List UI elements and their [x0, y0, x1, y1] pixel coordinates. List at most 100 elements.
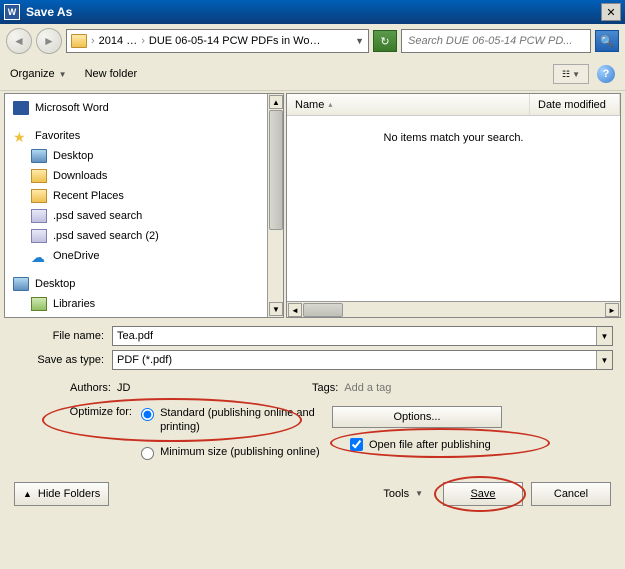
tree-label: Microsoft Word	[35, 102, 109, 114]
filename-label: File name:	[12, 330, 112, 342]
search-box[interactable]	[401, 29, 591, 53]
tags-input[interactable]	[344, 382, 613, 394]
options-area: Optimize for: Standard (publishing onlin…	[0, 402, 625, 474]
address-bar[interactable]: › 2014 … › DUE 06-05-14 PCW PDFs in Wo… …	[66, 29, 369, 53]
desktop-icon	[13, 277, 29, 291]
forward-button[interactable]: ►	[36, 28, 62, 54]
downloads-icon	[31, 169, 47, 183]
breadcrumb-part[interactable]: 2014 …	[99, 35, 138, 47]
tree-item-favorites[interactable]: ★ Favorites	[7, 126, 281, 146]
cloud-icon: ☁	[31, 249, 47, 263]
hide-folders-label: Hide Folders	[38, 488, 100, 500]
word-app-icon: W	[4, 4, 20, 20]
nav-bar: ◄ ► › 2014 … › DUE 06-05-14 PCW PDFs in …	[0, 24, 625, 58]
saved-search-icon	[31, 209, 47, 223]
tree-item-onedrive[interactable]: ☁ OneDrive	[7, 246, 281, 266]
optimize-minimum-radio[interactable]	[141, 447, 154, 460]
sort-asc-icon: ▴	[328, 100, 332, 109]
form-area: File name: ▼ Save as type: ▼ Authors: JD…	[0, 320, 625, 402]
save-button[interactable]: Save	[443, 482, 523, 506]
back-button[interactable]: ◄	[6, 28, 32, 54]
hide-folders-button[interactable]: ▲ Hide Folders	[14, 482, 109, 506]
optimize-standard-radio[interactable]	[141, 408, 154, 421]
column-label: Date modified	[538, 99, 606, 111]
toolbar: Organize ▼ New folder ☷ ▼ ?	[0, 58, 625, 90]
chevron-down-icon: ▼	[572, 70, 580, 79]
tags-label: Tags:	[312, 382, 338, 394]
close-button[interactable]: ✕	[601, 3, 621, 21]
new-folder-label: New folder	[85, 68, 138, 80]
optimize-minimum-label[interactable]: Minimum size (publishing online)	[160, 445, 320, 459]
tree-item-saved-search-2[interactable]: .psd saved search (2)	[7, 226, 281, 246]
tree-label: OneDrive	[53, 250, 99, 262]
recent-icon	[31, 189, 47, 203]
chevron-up-icon: ▲	[23, 489, 32, 499]
authors-value[interactable]: JD	[117, 382, 130, 394]
scroll-thumb[interactable]	[303, 303, 343, 317]
saved-search-icon	[31, 229, 47, 243]
tree-label: .psd saved search (2)	[53, 230, 159, 242]
view-options-button[interactable]: ☷ ▼	[553, 64, 589, 84]
view-icon: ☷	[562, 69, 570, 80]
libraries-icon	[31, 297, 47, 311]
options-button[interactable]: Options...	[332, 406, 502, 428]
savetype-dropdown-arrow[interactable]: ▼	[596, 351, 612, 369]
tree-label: Libraries	[53, 298, 95, 310]
breadcrumb-part[interactable]: DUE 06-05-14 PCW PDFs in Wo…	[149, 35, 321, 47]
tree-label: Recent Places	[53, 190, 124, 202]
tree-item-libraries[interactable]: Libraries	[7, 294, 281, 314]
tree-label: Favorites	[35, 130, 80, 142]
star-icon: ★	[13, 129, 29, 143]
tools-menu[interactable]: Tools ▼	[383, 488, 423, 500]
file-list-body: No items match your search.	[287, 116, 620, 301]
chevron-down-icon: ▼	[59, 70, 67, 79]
authors-label: Authors:	[70, 382, 111, 394]
cancel-button[interactable]: Cancel	[531, 482, 611, 506]
refresh-button[interactable]: ↻	[373, 30, 397, 52]
filename-dropdown-arrow[interactable]: ▼	[596, 327, 612, 345]
scroll-left-arrow[interactable]: ◄	[288, 303, 302, 317]
new-folder-button[interactable]: New folder	[85, 68, 138, 80]
organize-menu[interactable]: Organize ▼	[10, 68, 67, 80]
chevron-down-icon[interactable]: ▼	[355, 36, 364, 46]
column-header-date[interactable]: Date modified	[530, 94, 620, 115]
tree-item-desktop-root[interactable]: Desktop	[7, 274, 281, 294]
word-icon	[13, 101, 29, 115]
chevron-down-icon: ▼	[415, 489, 423, 498]
scroll-thumb[interactable]	[269, 110, 283, 230]
desktop-icon	[31, 149, 47, 163]
tree-scrollbar[interactable]: ▲ ▼	[267, 94, 283, 317]
scroll-right-arrow[interactable]: ►	[605, 303, 619, 317]
titlebar: W Save As ✕	[0, 0, 625, 24]
folder-icon	[71, 34, 87, 48]
scroll-up-arrow[interactable]: ▲	[269, 95, 283, 109]
footer: ▲ Hide Folders Tools ▼ Save Cancel	[0, 474, 625, 514]
folder-tree: Microsoft Word ★ Favorites Desktop Downl…	[4, 93, 284, 318]
tools-label: Tools	[383, 488, 409, 500]
open-after-label[interactable]: Open file after publishing	[369, 439, 491, 451]
tree-label: Desktop	[53, 150, 93, 162]
file-list-hscrollbar[interactable]: ◄ ►	[287, 301, 620, 317]
filename-input[interactable]	[112, 326, 613, 346]
help-button[interactable]: ?	[597, 65, 615, 83]
tree-label: .psd saved search	[53, 210, 142, 222]
file-list-header: Name ▴ Date modified	[287, 94, 620, 116]
open-after-checkbox[interactable]	[350, 438, 363, 451]
tree-item-desktop[interactable]: Desktop	[7, 146, 281, 166]
search-button[interactable]: 🔍	[595, 30, 619, 52]
organize-label: Organize	[10, 68, 55, 80]
file-list: Name ▴ Date modified No items match your…	[286, 93, 621, 318]
search-input[interactable]	[402, 35, 590, 47]
empty-message: No items match your search.	[384, 132, 524, 144]
tree-item-downloads[interactable]: Downloads	[7, 166, 281, 186]
chevron-right-icon: ›	[141, 35, 145, 47]
scroll-down-arrow[interactable]: ▼	[269, 302, 283, 316]
optimize-standard-label[interactable]: Standard (publishing online and printing…	[160, 406, 321, 435]
savetype-label: Save as type:	[12, 354, 112, 366]
tree-item-recent[interactable]: Recent Places	[7, 186, 281, 206]
column-header-name[interactable]: Name ▴	[287, 94, 530, 115]
tree-item-word[interactable]: Microsoft Word	[7, 98, 281, 118]
savetype-select[interactable]	[112, 350, 613, 370]
tree-label: Downloads	[53, 170, 107, 182]
tree-item-saved-search[interactable]: .psd saved search	[7, 206, 281, 226]
